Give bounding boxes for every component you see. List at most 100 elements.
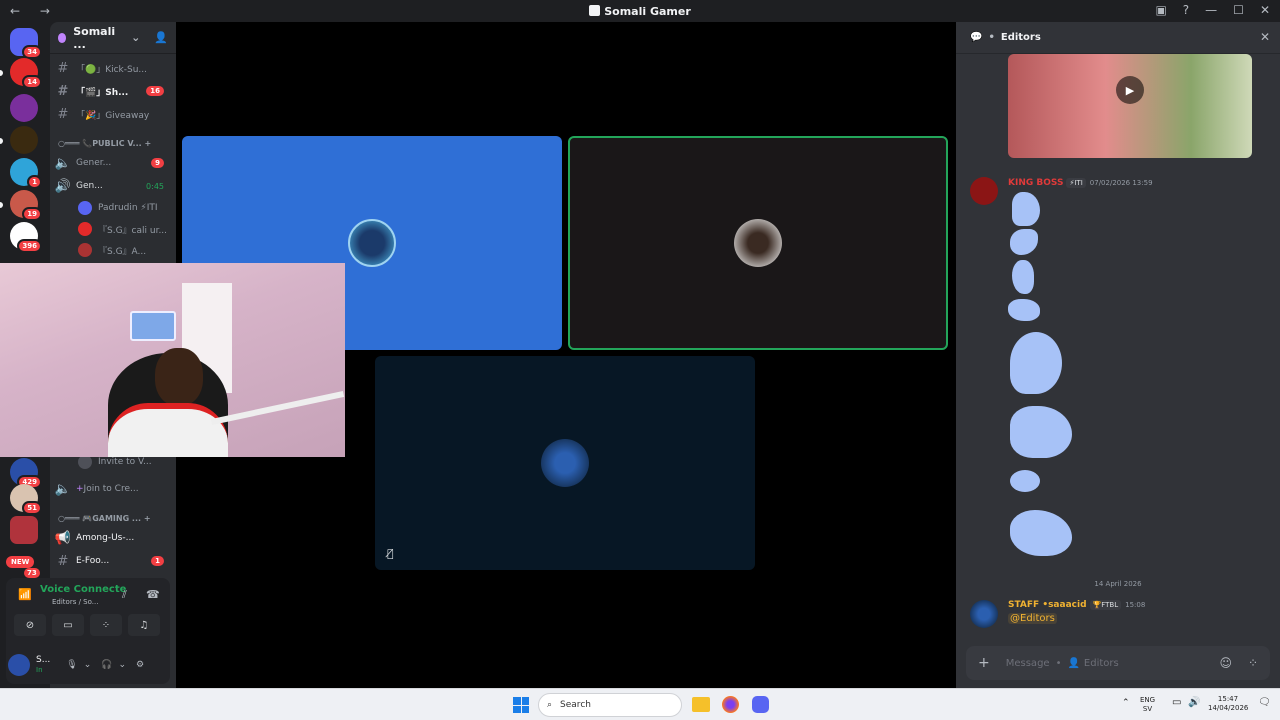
play-icon[interactable]: ▶: [1116, 76, 1144, 104]
server-header[interactable]: Somali ... ⌄ 👤: [50, 22, 176, 54]
server-badge: 51: [22, 501, 42, 515]
date-divider-text: 14 April 2026: [1094, 580, 1142, 588]
message-time: 07/02/2026 13:59: [1089, 179, 1153, 187]
voice-channel-path[interactable]: Editors / So...: [52, 598, 98, 606]
server-icon-5[interactable]: 1: [10, 158, 42, 189]
thread-icon[interactable]: 💬: [970, 32, 982, 43]
person-shirt: [108, 403, 228, 457]
speaker-icon: 🔊: [54, 178, 72, 194]
voice-channel-active[interactable]: 🔊 Gen... 0:45: [50, 176, 176, 196]
server-icon-10[interactable]: [10, 516, 38, 544]
server-icon-4[interactable]: [10, 126, 38, 154]
language-indicator[interactable]: ENG SV: [1140, 696, 1155, 714]
chevron-down-icon[interactable]: ⌄: [84, 660, 92, 670]
hash-icon: #: [57, 553, 69, 569]
emoji-icon[interactable]: ☺: [1219, 656, 1232, 670]
notification-icon[interactable]: 🗨: [1258, 698, 1271, 708]
screen-share-button[interactable]: ▭: [52, 614, 84, 636]
video-embed[interactable]: ▶: [1008, 54, 1252, 158]
voice-status[interactable]: Voice Connecte: [40, 584, 126, 595]
participant-tile[interactable]: 🎙̸: [375, 356, 755, 570]
message-author[interactable]: KING BOSS: [1008, 178, 1063, 188]
voice-channel[interactable]: 🔈 + Join to Cre...: [50, 479, 176, 499]
close-icon[interactable]: ✕: [1260, 30, 1270, 44]
role-mention[interactable]: @Editors: [1008, 613, 1057, 624]
participant-tile-speaking[interactable]: [568, 136, 948, 350]
voice-user-name: 『S.G』A...: [98, 246, 147, 257]
avatar[interactable]: [970, 177, 998, 205]
channel-item[interactable]: 📢 Among-Us-...: [50, 528, 176, 548]
chat-channel-name[interactable]: Editors: [1001, 32, 1041, 43]
channel-item[interactable]: # 「🎉」Giveaway: [50, 104, 176, 124]
disconnect-icon[interactable]: ☎: [146, 588, 160, 601]
message-author[interactable]: STAFF •saaacid: [1008, 600, 1087, 610]
taskbar-search[interactable]: ⌕ Search: [538, 693, 682, 717]
voice-channel-icon: 👤: [1067, 657, 1080, 669]
channel-item[interactable]: # E-Foo... 1: [50, 551, 176, 571]
firefox-icon[interactable]: [722, 696, 739, 713]
server-name: Somali ...: [73, 24, 116, 51]
camera-off-button[interactable]: ⊘: [14, 614, 46, 636]
server-icon-2[interactable]: 14: [10, 58, 42, 89]
chevron-down-icon[interactable]: ⌄: [131, 31, 140, 44]
server-icon-8[interactable]: 429: [10, 458, 42, 489]
inbox-icon[interactable]: ▣: [1155, 3, 1166, 17]
message-composer[interactable]: + Message • 👤 Editors ☺ ⁘: [966, 646, 1270, 680]
microphone-icon[interactable]: 🎙: [66, 660, 77, 670]
server-badge-icon: [58, 32, 67, 43]
home-button[interactable]: 34: [10, 28, 42, 59]
soundboard-button[interactable]: ♫: [128, 614, 160, 636]
start-tile: [521, 705, 529, 713]
category-label: PUBLIC V...: [92, 139, 142, 148]
signal-icon[interactable]: 📶: [18, 588, 32, 601]
start-tile: [521, 697, 529, 705]
avatar[interactable]: [8, 654, 30, 676]
discord-taskbar-icon[interactable]: [752, 696, 769, 713]
voice-user[interactable]: 『S.G』A...: [78, 240, 146, 260]
clock[interactable]: 15:47 14/04/2026: [1208, 695, 1248, 713]
server-icon-9[interactable]: 51: [10, 484, 42, 515]
channel-item[interactable]: # 「🎬」Sh... 16: [50, 81, 176, 101]
voice-channel[interactable]: 🔈 Gener... 9: [50, 153, 176, 173]
avatar: [541, 439, 589, 487]
invite-label: Invite to V...: [98, 457, 152, 467]
webcam-overlay: [0, 263, 345, 457]
avatar[interactable]: [970, 600, 998, 628]
user-info[interactable]: S... In: [36, 655, 50, 675]
voice-user[interactable]: Padrudin ⚡ITI: [78, 198, 158, 218]
message-placeholder[interactable]: Message: [1006, 658, 1050, 669]
category-gaming[interactable]: ○═══ 🎮GAMING ... +: [58, 514, 151, 523]
server-icon-3[interactable]: [10, 94, 38, 122]
username: S...: [36, 655, 51, 665]
chevron-down-icon[interactable]: ⌄: [119, 660, 127, 670]
headphones-icon[interactable]: 🎧: [101, 660, 112, 670]
voice-user[interactable]: 『S.G』cali ur...: [78, 219, 167, 239]
channel-item[interactable]: # 「🟢」Kick-Su...: [50, 58, 176, 78]
apps-icon[interactable]: ⁘: [1248, 656, 1258, 670]
start-icon[interactable]: [513, 697, 529, 713]
file-explorer-icon[interactable]: [692, 697, 710, 712]
minimize-button[interactable]: —: [1205, 3, 1217, 17]
continent-emoji: [1010, 229, 1038, 255]
server-icon: [589, 5, 601, 16]
network-icon[interactable]: ▭: [1172, 698, 1181, 708]
title-bar: ← → Somali Gamer ▣ ? — ☐ ✕: [0, 0, 1280, 22]
maximize-button[interactable]: ☐: [1233, 3, 1244, 17]
add-attachment-icon[interactable]: +: [978, 655, 990, 671]
activities-button[interactable]: ⁘: [90, 614, 122, 636]
start-tile: [513, 697, 521, 705]
add-user-icon[interactable]: 👤: [154, 31, 168, 44]
avatar: [78, 243, 92, 257]
gear-icon[interactable]: ⚙: [136, 660, 144, 670]
server-icon-7[interactable]: 396: [10, 222, 42, 253]
server-icon-6[interactable]: 19: [10, 190, 42, 221]
message-header: KING BOSS ⚡ITI 07/02/2026 13:59: [1008, 178, 1153, 188]
close-button[interactable]: ✕: [1260, 3, 1270, 17]
chevron-up-icon[interactable]: ⌃: [1122, 699, 1130, 708]
noise-suppression-icon[interactable]: ⫽: [122, 588, 127, 602]
volume-icon[interactable]: 🔊: [1188, 698, 1200, 708]
category-public[interactable]: ○═══ 📞PUBLIC V... +: [58, 139, 151, 148]
hash-icon: #: [57, 60, 69, 76]
help-icon[interactable]: ?: [1183, 3, 1189, 17]
unread-pill: [0, 138, 3, 144]
